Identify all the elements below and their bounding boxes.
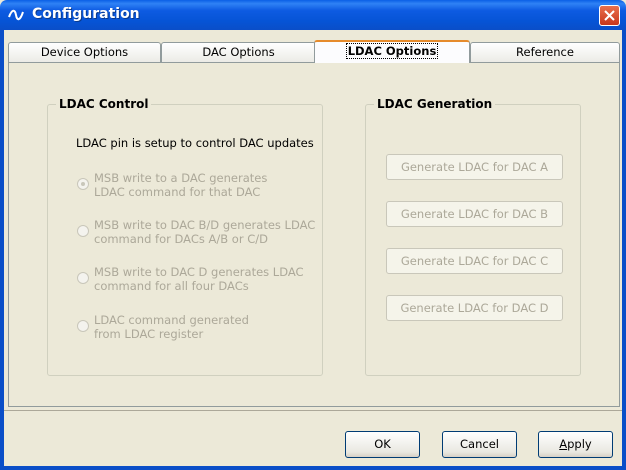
title-bar[interactable]: Configuration xyxy=(0,0,626,30)
generate-ldac-dac-b-button[interactable]: Generate LDAC for DAC B xyxy=(386,201,563,227)
ldac-control-title: LDAC Control xyxy=(56,97,152,111)
generate-ldac-dac-d-button[interactable]: Generate LDAC for DAC D xyxy=(386,295,563,321)
generate-ldac-dac-a-button[interactable]: Generate LDAC for DAC A xyxy=(386,154,563,180)
ldac-generation-group: LDAC Generation Generate LDAC for DAC A … xyxy=(365,97,581,376)
radio-label: MSB write to DAC D generates LDAC command… xyxy=(94,265,304,293)
radio-button[interactable] xyxy=(77,178,89,190)
apply-label-rest: pply xyxy=(567,437,592,451)
tab-label: Device Options xyxy=(40,45,129,59)
radio-label: MSB write to DAC B/D generates LDAC comma… xyxy=(94,218,316,246)
radio-button[interactable] xyxy=(77,320,89,332)
tab-ldac-options[interactable]: LDAC Options xyxy=(314,40,470,63)
app-wave-icon xyxy=(8,9,24,21)
footer-separator xyxy=(4,410,622,411)
apply-button[interactable]: Apply xyxy=(538,431,613,458)
window-frame-right xyxy=(622,30,626,470)
ok-button[interactable]: OK xyxy=(345,431,420,458)
window-frame-left xyxy=(0,30,4,470)
radio-label: LDAC command generated from LDAC register xyxy=(94,313,249,341)
close-button[interactable] xyxy=(599,5,620,26)
configuration-window: Configuration Device Options DAC Options… xyxy=(0,0,626,470)
generate-ldac-dac-c-button[interactable]: Generate LDAC for DAC C xyxy=(386,248,563,274)
tab-label: DAC Options xyxy=(202,45,275,59)
tab-panel: LDAC Control LDAC pin is setup to contro… xyxy=(8,62,620,407)
radio-label: MSB write to a DAC generates LDAC command… xyxy=(94,171,268,199)
radio-button[interactable] xyxy=(77,272,89,284)
tab-reference[interactable]: Reference xyxy=(470,42,620,62)
tab-label: Reference xyxy=(516,45,574,59)
tab-label: LDAC Options xyxy=(345,43,439,59)
cancel-button[interactable]: Cancel xyxy=(442,431,517,458)
ldac-generation-title: LDAC Generation xyxy=(374,97,496,111)
radio-button[interactable] xyxy=(77,225,89,237)
tab-dac-options[interactable]: DAC Options xyxy=(161,42,316,62)
tab-strip: Device Options DAC Options LDAC Options … xyxy=(8,40,622,63)
window-title: Configuration xyxy=(32,6,140,22)
window-frame-bottom xyxy=(0,466,626,470)
tab-device-options[interactable]: Device Options xyxy=(8,42,161,62)
close-icon xyxy=(604,10,615,21)
apply-accelerator: A xyxy=(559,437,568,451)
ldac-intro-text: LDAC pin is setup to control DAC updates xyxy=(76,136,314,150)
